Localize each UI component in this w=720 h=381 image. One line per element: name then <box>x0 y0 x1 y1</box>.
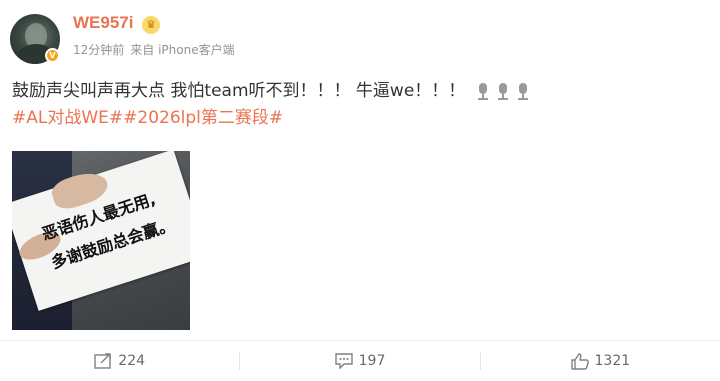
hashtags: #AL对战WE##2026lpl第二赛段# <box>12 105 712 132</box>
verified-icon: V <box>45 48 60 63</box>
comment-button[interactable]: 197 <box>240 341 479 381</box>
action-bar: 224 197 1321 <box>0 341 720 381</box>
comment-count: 197 <box>358 353 386 369</box>
like-icon <box>570 352 589 370</box>
post-image[interactable]: 恶语伤人最无用, 多谢鼓励总会赢。 <box>12 151 190 330</box>
hashtag-link[interactable]: #AL对战WE# <box>12 108 123 128</box>
microphone-icon <box>477 82 489 101</box>
post-time[interactable]: 12分钟前 <box>73 43 124 57</box>
repost-icon <box>94 353 111 369</box>
repost-count: 224 <box>118 353 146 369</box>
post-content: 鼓励声尖叫声再大点 我怕team听不到！！！ 牛逼we！！！ #AL对战WE##… <box>12 78 712 132</box>
microphone-icon <box>497 82 509 101</box>
post-text-line: 鼓励声尖叫声再大点 我怕team听不到！！！ 牛逼we！！！ <box>12 78 712 105</box>
comment-icon <box>334 353 353 369</box>
crown-badge-icon[interactable]: ♛ <box>142 16 160 34</box>
post-text: 鼓励声尖叫声再大点 我怕team听不到！！！ 牛逼we！！！ <box>12 81 466 101</box>
like-count: 1321 <box>594 353 631 369</box>
weibo-post: V WE957i ♛ 12分钟前 来自 iPhone客户端 鼓励声尖叫声再大点 我… <box>0 0 720 381</box>
post-meta: 12分钟前 来自 iPhone客户端 <box>73 41 241 58</box>
hashtag-link[interactable]: #2026lpl第二赛段# <box>123 108 283 128</box>
post-source: 来自 iPhone客户端 <box>130 43 235 57</box>
username[interactable]: WE957i <box>73 13 133 33</box>
microphone-icon <box>517 82 529 101</box>
repost-button[interactable]: 224 <box>0 341 239 381</box>
like-button[interactable]: 1321 <box>481 341 720 381</box>
